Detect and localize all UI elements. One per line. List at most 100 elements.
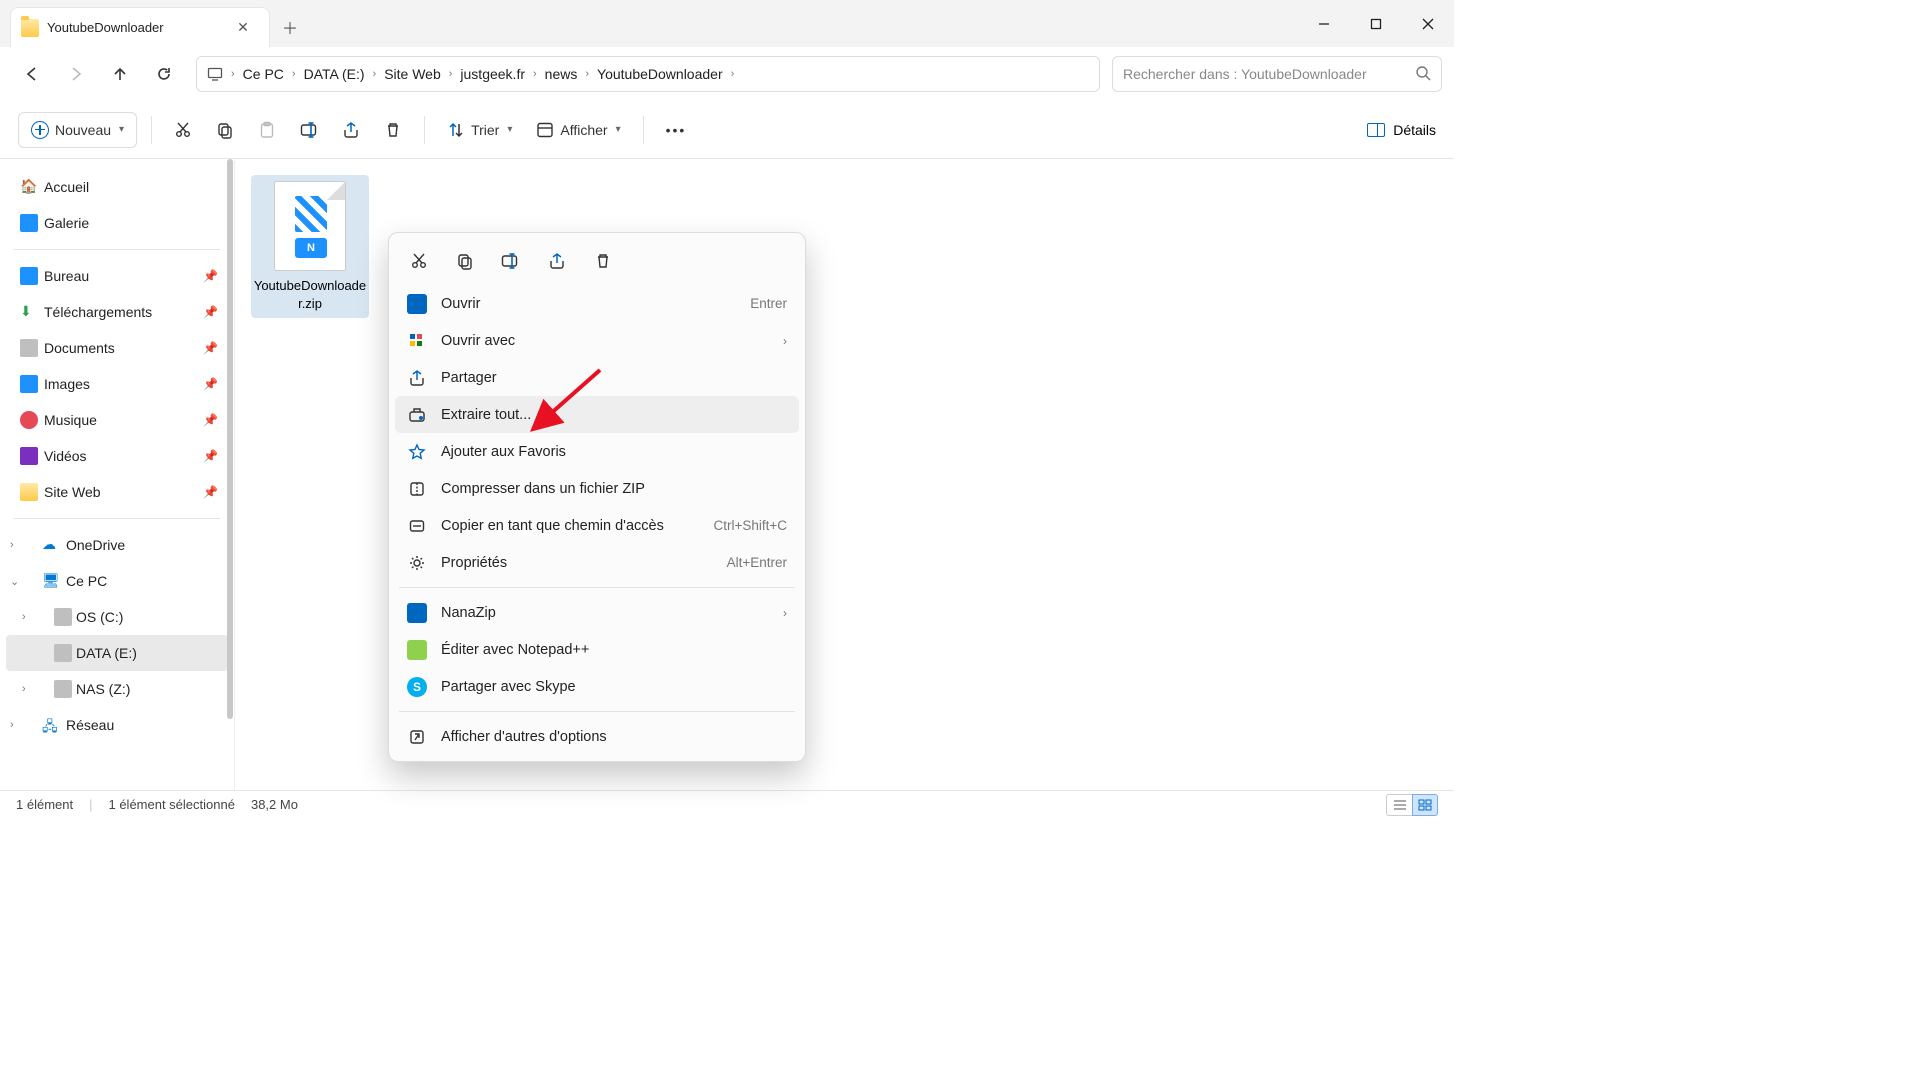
status-selection: 1 élément sélectionné	[108, 797, 234, 812]
folder-icon	[21, 19, 39, 37]
new-button[interactable]: Nouveau ▾	[18, 112, 137, 148]
view-button[interactable]: Afficher▾	[528, 112, 628, 148]
drive-icon	[54, 644, 72, 662]
ctx-item-label: Ouvrir avec	[441, 333, 515, 349]
sidebar-item-onedrive[interactable]: ›☁OneDrive	[6, 527, 228, 563]
search-input[interactable]: Rechercher dans : YoutubeDownloader	[1112, 56, 1442, 92]
file-item[interactable]: N YoutubeDownloader.zip	[251, 175, 369, 318]
ctx-item-label: Ouvrir	[441, 296, 480, 312]
sidebar-item-home[interactable]: 🏠 Accueil	[6, 169, 228, 205]
ctx-cut-button[interactable]	[405, 247, 433, 275]
sidebar-item-gallery[interactable]: Galerie	[6, 205, 228, 241]
ctx-item-label: Ajouter aux Favoris	[441, 444, 566, 460]
separator	[399, 711, 795, 712]
sort-label: Trier	[471, 122, 499, 138]
home-icon: 🏠	[20, 178, 38, 196]
openwith-icon	[407, 331, 427, 351]
extract-icon	[407, 405, 427, 425]
sidebar-item-thispc[interactable]: ⌄🖥Ce PC	[6, 563, 228, 599]
scrollbar-thumb[interactable]	[227, 159, 233, 719]
cut-button[interactable]	[166, 112, 200, 148]
tiles-view-button[interactable]	[1412, 794, 1438, 816]
details-pane-icon	[1367, 123, 1385, 137]
ctx-rename-button[interactable]	[497, 247, 525, 275]
sidebar-item-network[interactable]: ›🖧Réseau	[6, 707, 228, 743]
sidebar-item-drive-c[interactable]: ›OS (C:)	[6, 599, 228, 635]
ctx-delete-button[interactable]	[589, 247, 617, 275]
maximize-button[interactable]	[1350, 0, 1402, 47]
delete-button[interactable]	[376, 112, 410, 148]
chevron-right-icon: ›	[10, 719, 14, 731]
pin-icon: 📌	[203, 449, 218, 463]
sidebar-item-images[interactable]: Images📌	[6, 366, 228, 402]
minimize-button[interactable]	[1298, 0, 1350, 47]
gallery-icon	[20, 214, 38, 232]
separator	[14, 518, 220, 519]
sidebar-item-music[interactable]: Musique📌	[6, 402, 228, 438]
ctx-item-open[interactable]: Ouvrir Entrer	[395, 285, 799, 322]
sort-icon	[447, 121, 465, 139]
sidebar-item-drive-e[interactable]: DATA (E:)	[6, 635, 228, 671]
sidebar-item-downloads[interactable]: ⬇Téléchargements📌	[6, 294, 228, 330]
share-icon	[342, 121, 360, 139]
skype-icon: S	[407, 677, 427, 697]
sidebar-item-label: Accueil	[44, 179, 89, 195]
sidebar-item-videos[interactable]: Vidéos📌	[6, 438, 228, 474]
crumb-segment[interactable]: news	[543, 66, 580, 82]
chevron-down-icon: ▾	[507, 124, 512, 135]
sidebar-item-documents[interactable]: Documents📌	[6, 330, 228, 366]
sort-button[interactable]: Trier ▾	[439, 112, 520, 148]
ctx-item-favorite[interactable]: Ajouter aux Favoris	[395, 433, 799, 470]
share-button[interactable]	[334, 112, 368, 148]
documents-icon	[20, 339, 38, 357]
ctx-item-skype[interactable]: S Partager avec Skype	[395, 668, 799, 705]
chevron-right-icon: ›	[225, 68, 241, 80]
tab-close-button[interactable]: ✕	[229, 19, 257, 36]
crumb-segment[interactable]: justgeek.fr	[458, 66, 527, 82]
ctx-shortcut: Ctrl+Shift+C	[713, 518, 787, 533]
chevron-right-icon: ›	[22, 611, 26, 623]
forward-button[interactable]	[56, 56, 96, 92]
ctx-copy-button[interactable]	[451, 247, 479, 275]
new-tab-button[interactable]: ＋	[270, 7, 310, 47]
refresh-button[interactable]	[144, 56, 184, 92]
ctx-item-nanazip[interactable]: NanaZip ›	[395, 594, 799, 631]
title-bar: YoutubeDownloader ✕ ＋	[0, 0, 1454, 47]
sidebar-item-drive-z[interactable]: ›NAS (Z:)	[6, 671, 228, 707]
search-icon	[1415, 65, 1431, 84]
network-icon: 🖧	[42, 716, 60, 734]
ctx-item-copy-as-path[interactable]: Copier en tant que chemin d'accès Ctrl+S…	[395, 507, 799, 544]
ctx-share-button[interactable]	[543, 247, 571, 275]
crumb-segment[interactable]: DATA (E:)	[302, 66, 367, 82]
details-pane-button[interactable]: Détails	[1367, 122, 1436, 138]
command-bar: Nouveau ▾ Trier ▾ Afficher▾ ••• Détails	[0, 101, 1454, 159]
sidebar-item-desktop[interactable]: Bureau📌	[6, 258, 228, 294]
close-button[interactable]	[1402, 0, 1454, 47]
rename-button[interactable]	[292, 112, 326, 148]
zip-file-icon: N	[274, 181, 346, 271]
back-button[interactable]	[12, 56, 52, 92]
downloads-icon: ⬇	[20, 303, 38, 321]
copy-button[interactable]	[208, 112, 242, 148]
sidebar-item-label: Documents	[44, 340, 115, 356]
paste-button[interactable]	[250, 112, 284, 148]
ctx-item-notepadpp[interactable]: Éditer avec Notepad++	[395, 631, 799, 668]
sidebar-item-siteweb[interactable]: Site Web📌	[6, 474, 228, 510]
ctx-item-open-with[interactable]: Ouvrir avec ›	[395, 322, 799, 359]
up-button[interactable]	[100, 56, 140, 92]
crumb-segment[interactable]: Ce PC	[241, 66, 286, 82]
pin-icon: 📌	[203, 485, 218, 499]
desktop-icon	[20, 267, 38, 285]
ctx-item-more-options[interactable]: Afficher d'autres d'options	[395, 718, 799, 755]
list-view-button[interactable]	[1386, 794, 1412, 816]
crumb-segment[interactable]: YoutubeDownloader	[595, 66, 725, 82]
crumb-segment[interactable]: Site Web	[382, 66, 443, 82]
ctx-item-properties[interactable]: Propriétés Alt+Entrer	[395, 544, 799, 581]
ctx-item-compress-zip[interactable]: Compresser dans un fichier ZIP	[395, 470, 799, 507]
more-button[interactable]: •••	[658, 112, 695, 148]
sidebar-scrollbar[interactable]	[226, 159, 234, 790]
separator	[14, 249, 220, 250]
status-bar: 1 élément | 1 élément sélectionné 38,2 M…	[0, 790, 1454, 818]
window-tab[interactable]: YoutubeDownloader ✕	[10, 7, 270, 47]
breadcrumb[interactable]: › Ce PC › DATA (E:) › Site Web › justgee…	[196, 56, 1100, 92]
